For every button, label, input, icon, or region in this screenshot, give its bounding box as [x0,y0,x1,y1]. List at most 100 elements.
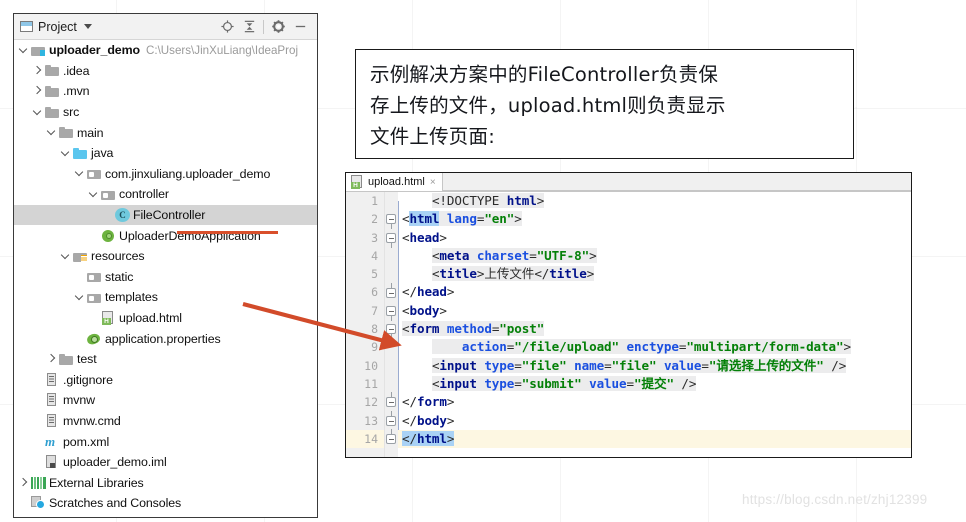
code-line[interactable]: <html lang="en"> [398,210,911,228]
tree-arrow-placeholder [88,230,99,241]
code-line[interactable]: </body> [398,412,911,430]
code-line[interactable]: <input type="submit" value="提交" /> [398,375,911,393]
chevron-down-icon[interactable] [60,148,71,159]
tree-row-pom-xml[interactable]: m pom.xml [14,431,317,452]
code-line[interactable]: </html> [398,429,911,449]
code-line[interactable]: <title>上传文件</title> [398,265,911,283]
tree-row-src[interactable]: src [14,102,317,123]
chevron-down-icon[interactable] [88,189,99,200]
fold-toggle-icon[interactable] [386,428,397,445]
line-number: 2 [371,212,378,227]
code-token: > [439,302,447,318]
tree-row-java[interactable]: java [14,143,317,164]
chevron-right-icon[interactable] [32,86,43,97]
tree-arrow-placeholder [32,457,43,468]
code-folding-column[interactable] [385,192,398,457]
code-line[interactable]: </form> [398,393,911,411]
tree-row-filecontroller[interactable]: C FileController [14,204,317,226]
tree-arrow-placeholder [32,374,43,385]
fold-toggle-icon[interactable] [386,214,397,230]
chevron-down-icon[interactable] [83,24,92,29]
chevron-right-icon[interactable] [32,65,43,76]
code-line[interactable]: <form method="post" [398,320,911,338]
package-icon [101,188,116,201]
java-class-icon: C [115,208,130,223]
tree-row-mvnw[interactable]: mvnw [14,390,317,411]
annotation-note-text: 示例解决方案中的FileController负责保 存上传的文件，upload.… [370,63,726,148]
tree-row-resources[interactable]: resources [14,246,317,267]
tree-row-uploaderdemoapplication[interactable]: UploaderDemoApplication [14,225,317,246]
fold-toggle-icon[interactable] [386,282,397,299]
tabstrip-empty-area [442,173,911,191]
line-number-gutter: 1 2 3 4 5 6 7 8 9 10 11 12 13 14 [346,192,385,457]
tree-row-application-properties[interactable]: application.properties [14,328,317,349]
tree-row-scratches-and-consoles[interactable]: Scratches and Consoles [14,493,317,514]
project-tree[interactable]: uploader_demo C:\Users\JinXuLiang\IdeaPro… [14,40,317,517]
tree-row--mvn[interactable]: .mvn [14,81,317,102]
tree-row-label: Scratches and Consoles [49,496,182,511]
code-line[interactable]: <head> [398,229,911,247]
code-token: </ [402,394,417,410]
fold-toggle-icon[interactable] [386,392,397,408]
tree-row-test[interactable]: test [14,349,317,370]
tree-row--idea[interactable]: .idea [14,61,317,82]
external-libraries-icon [31,477,46,490]
text-file-icon [45,393,60,407]
fold-toggle-icon[interactable] [386,324,397,340]
tree-row-com-jinxuliang-uploader-demo[interactable]: com.jinxuliang.uploader_demo [14,164,317,185]
tree-row-mvnw-cmd[interactable]: mvnw.cmd [14,411,317,432]
text-file-icon [45,372,60,387]
tree-row-label: src [63,105,80,120]
code-token: body [409,302,440,318]
tree-row--gitignore[interactable]: .gitignore [14,370,317,391]
fold-toggle-icon[interactable] [386,410,397,427]
project-root-path: C:\Users\JinXuLiang\IdeaProj [145,43,299,57]
code-token: <!DOCTYPE [431,193,507,208]
fold-toggle-icon[interactable] [386,305,397,321]
code-line[interactable]: <!DOCTYPE html> [398,192,911,210]
code-line[interactable]: <input type="file" name="file" value="请选… [398,357,911,375]
chevron-down-icon[interactable] [60,251,71,262]
chevron-down-icon[interactable] [18,45,29,56]
minimize-icon[interactable] [289,17,311,37]
chevron-right-icon[interactable] [18,477,29,488]
project-title-group[interactable]: Project [20,20,92,34]
code-token: </ [402,284,417,300]
tree-row-main[interactable]: main [14,122,317,143]
chevron-down-icon[interactable] [74,292,85,303]
chevron-down-icon[interactable] [74,168,85,179]
tree-row-controller[interactable]: controller [14,184,317,205]
tree-row-uploader-demo-iml[interactable]: uploader_demo.iml [14,452,317,473]
locate-icon[interactable] [216,17,238,37]
fold-toggle-icon[interactable] [386,232,397,248]
code-text-area[interactable]: <!DOCTYPE html> <html lang="en"> <head> <m… [398,192,911,457]
tree-row-label: upload.html [119,311,182,326]
tree-row-upload-html[interactable]: upload.html [14,308,317,329]
code-line[interactable]: </head> [398,283,911,301]
tree-row-uploader-demo[interactable]: uploader_demo C:\Users\JinXuLiang\IdeaPro… [14,40,317,61]
code-token: = [514,375,522,391]
settings-gear-icon[interactable] [267,17,289,37]
collapse-all-icon[interactable] [238,17,260,37]
code-token: input [439,357,485,373]
code-line[interactable]: <body> [398,302,911,320]
code-line[interactable]: action="/file/upload" enctype="multipart… [398,338,911,356]
tree-row-external-libraries[interactable]: External Libraries [14,472,317,493]
tree-row-static[interactable]: static [14,267,317,288]
tab-upload-html[interactable]: upload.html × [346,173,443,191]
tree-row-templates[interactable]: templates [14,287,317,308]
tree-row-label: templates [105,290,158,305]
close-icon[interactable]: × [430,177,436,188]
chevron-right-icon[interactable] [46,354,57,365]
code-editor-window: upload.html × 1234567891011121314 <!DOCT… [345,172,912,458]
code-line[interactable]: <meta charset="UTF-8"> [398,247,911,265]
chevron-down-icon[interactable] [46,127,57,138]
chevron-down-icon[interactable] [32,107,43,118]
